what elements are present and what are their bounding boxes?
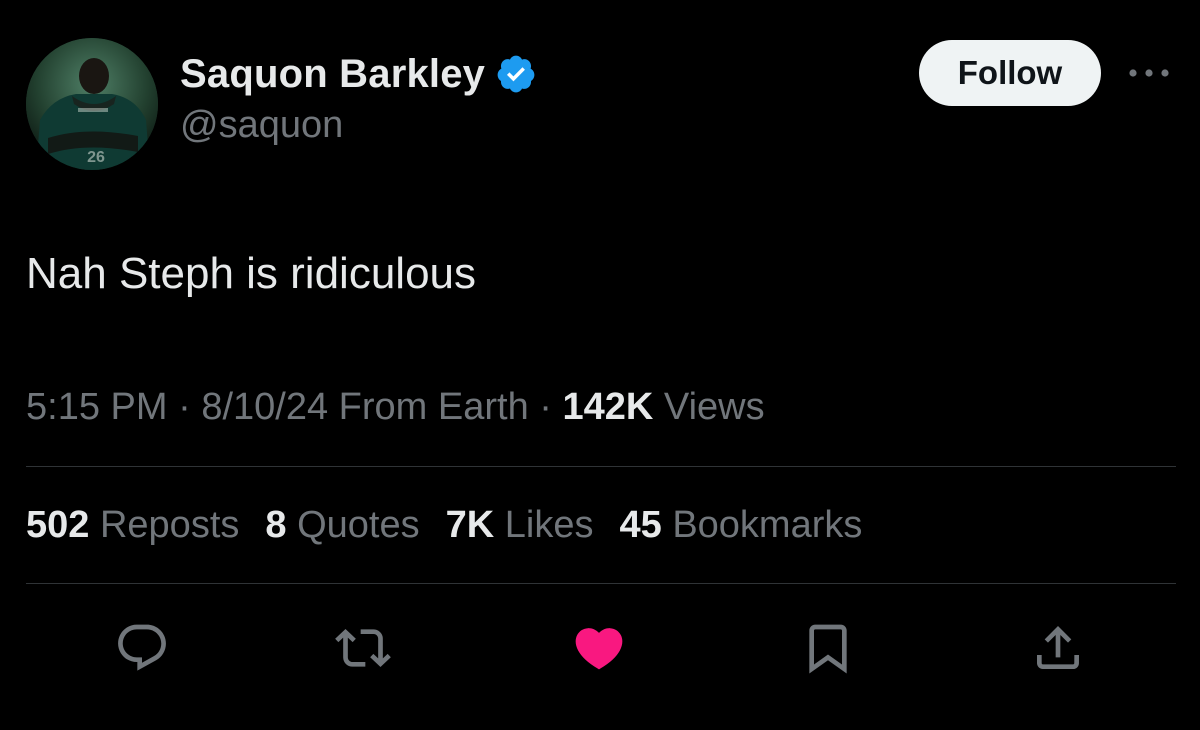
avatar[interactable]: 26 [26,38,158,170]
like-button[interactable] [571,620,627,676]
heart-icon [575,628,623,670]
reposts-stat[interactable]: 502 Reposts [26,502,239,548]
bookmark-icon [809,624,847,674]
tweet-text: Nah Steph is ridiculous [26,249,477,298]
repost-button[interactable] [335,620,391,676]
engagement-stats: 502 Reposts 8 Quotes 7K Likes 45 Bookmar… [26,502,888,548]
tweet-date[interactable]: 8/10/24 [201,386,328,428]
views-label: Views [663,386,765,428]
reply-button[interactable] [114,620,170,676]
bookmarks-count: 45 [619,504,662,546]
player-avatar: 26 [26,38,158,170]
bookmark-button[interactable] [800,620,856,676]
svg-text:26: 26 [87,149,105,166]
likes-count: 7K [445,504,495,546]
tweet-location: From Earth [338,386,529,428]
reposts-label: Reposts [99,504,240,546]
tweet-meta: 5:15 PM · 8/10/24 From Earth · 142K View… [26,384,765,430]
name-row: Saquon Barkley [180,50,537,98]
tweet-detail: 26 Saquon Barkley @saquon Follow Nah Ste… [0,0,1200,730]
share-button[interactable] [1030,620,1086,676]
divider [26,583,1176,584]
repost-icon [335,629,391,667]
bookmarks-stat[interactable]: 45 Bookmarks [619,502,862,548]
more-horizontal-icon [1129,69,1169,77]
bookmarks-label: Bookmarks [672,504,863,546]
meta-separator: · [167,386,202,428]
divider [26,466,1176,467]
reposts-count: 502 [26,504,90,546]
likes-stat[interactable]: 7K Likes [446,502,594,548]
follow-button[interactable]: Follow [919,40,1101,106]
quotes-count: 8 [265,504,287,546]
quotes-stat[interactable]: 8 Quotes [265,502,419,548]
display-name[interactable]: Saquon Barkley [180,52,485,97]
user-handle[interactable]: @saquon [180,104,537,147]
tweet-time[interactable]: 5:15 PM [26,386,168,428]
views-count: 142K [562,386,654,428]
more-options-button[interactable] [1126,60,1172,86]
author-info: Saquon Barkley @saquon [180,50,537,147]
quotes-label: Quotes [297,504,420,546]
verified-badge-icon [495,53,537,95]
meta-separator-2: · [528,386,563,428]
share-icon [1037,626,1079,669]
likes-label: Likes [504,504,594,546]
reply-icon [118,624,166,671]
